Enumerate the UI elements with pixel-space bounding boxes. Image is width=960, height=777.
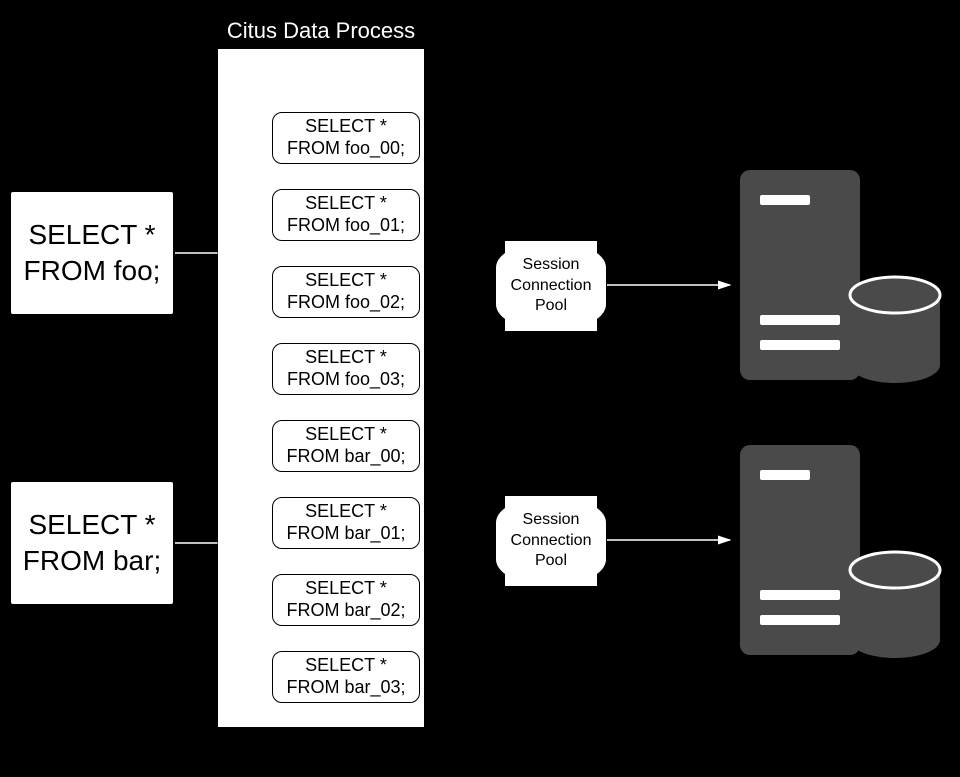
input-query-foo: SELECT * FROM foo; <box>9 190 175 316</box>
shard-foo-00: SELECT * FROM foo_00; <box>272 112 420 164</box>
pool-foo: Session Connection Pool <box>495 240 607 332</box>
shard-foo-02: SELECT * FROM foo_02; <box>272 266 420 318</box>
server-db-icon-1 <box>735 165 945 395</box>
input-query-bar: SELECT * FROM bar; <box>9 480 175 606</box>
shard-foo-01: SELECT * FROM foo_01; <box>272 189 420 241</box>
shard-bar-01: SELECT * FROM bar_01; <box>272 497 420 549</box>
shard-bar-03: SELECT * FROM bar_03; <box>272 651 420 703</box>
diagram-canvas: Citus Data Process SELECT * FROM foo; SE… <box>0 0 960 777</box>
shard-bar-02: SELECT * FROM bar_02; <box>272 574 420 626</box>
shard-bar-00: SELECT * FROM bar_00; <box>272 420 420 472</box>
server-db-icon-2 <box>735 440 945 670</box>
pool-bar: Session Connection Pool <box>495 495 607 587</box>
shard-foo-03: SELECT * FROM foo_03; <box>272 343 420 395</box>
